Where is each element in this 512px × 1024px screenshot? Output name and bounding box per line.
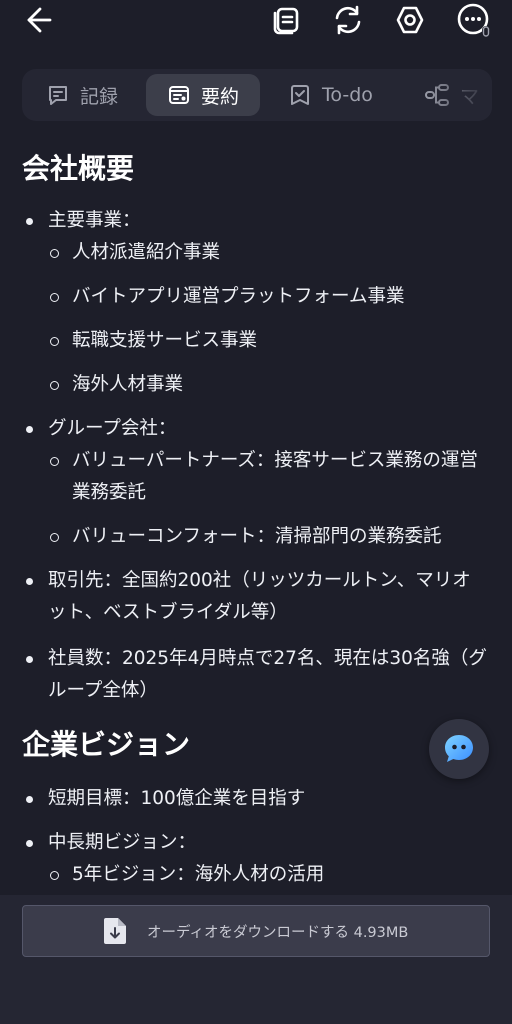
bullet	[26, 218, 33, 225]
tab-mindmap[interactable]: マ	[424, 74, 479, 116]
circle-bullet	[50, 337, 59, 346]
list-item-text: 短期目標：100億企業を目指す	[48, 788, 306, 809]
bullet	[26, 840, 33, 847]
bullet	[26, 426, 33, 433]
download-audio-label: オーディオをダウンロードする 4.93MB	[147, 924, 409, 941]
list-item: グループ会社：	[26, 413, 488, 445]
sub-list-item: バイトアプリ運営プラットフォーム事業	[50, 281, 488, 313]
list-item-text: 中長期ビジョン：	[48, 832, 197, 853]
bullet	[26, 656, 33, 663]
refresh-button[interactable]	[328, 0, 368, 40]
tab-todo[interactable]: To-do	[288, 74, 373, 116]
tab-record[interactable]: 記録	[46, 74, 118, 116]
arrow-left-icon	[27, 7, 52, 33]
app-screen: 記録 要約 To-do マ 会社概要 主要事業： 人材派遣紹介事業 バイトアプリ…	[0, 0, 512, 1024]
circle-bullet	[50, 293, 59, 302]
bullet	[26, 578, 33, 585]
file-download-icon	[103, 917, 127, 945]
list-item-text: グループ会社：	[48, 418, 177, 439]
bullet	[26, 796, 33, 803]
list-item-text: 社員数：2025年4月時点で27名、現在は30名強（グループ全体）	[48, 648, 487, 701]
back-button[interactable]	[18, 0, 58, 40]
circle-bullet	[50, 381, 59, 390]
tab-record-label: 記録	[80, 85, 119, 108]
list-item: 社員数：2025年4月時点で27名、現在は30名強（グループ全体）	[26, 643, 488, 707]
notes-icon	[273, 7, 299, 35]
sub-list-item-text: バリューコンフォート：清掃部門の業務委託	[72, 526, 442, 547]
settings-button[interactable]	[390, 0, 430, 40]
more-button[interactable]	[454, 0, 494, 40]
list-item-text: 取引先：全国約200社（リッツカールトン、マリオット、ベストブライダル等）	[48, 570, 471, 623]
sub-list-item: 5年ビジョン：海外人材の活用	[50, 859, 488, 891]
sub-list-item-text: 転職支援サービス事業	[72, 330, 258, 351]
refresh-icon	[335, 5, 361, 35]
chat-note-icon	[46, 83, 70, 107]
sub-list-item-text: バリューパートナーズ：接客サービス業務の運営業務委託	[72, 450, 478, 503]
bottom-bar: オーディオをダウンロードする 4.93MB	[0, 895, 512, 1024]
section-title-vision: 企業ビジョン	[22, 728, 191, 761]
sub-list-item-text: 海外人材事業	[72, 374, 184, 395]
notes-button[interactable]	[266, 0, 306, 40]
sub-list-item: バリューパートナーズ：接客サービス業務の運営業務委託	[50, 445, 490, 509]
sub-list-item: 海外人材事業	[50, 369, 488, 401]
mindmap-icon	[424, 83, 450, 107]
sub-list-item: 人材派遣紹介事業	[50, 237, 488, 269]
sub-list-item-text: 5年ビジョン：海外人材の活用	[72, 864, 325, 885]
sub-list-item-text: バイトアプリ運営プラットフォーム事業	[72, 286, 405, 307]
list-item: 短期目標：100億企業を目指す	[26, 783, 488, 815]
list-item: 取引先：全国約200社（リッツカールトン、マリオット、ベストブライダル等）	[26, 565, 488, 629]
view-tabs: 記録 要約 To-do マ	[22, 69, 492, 121]
circle-bullet	[50, 249, 59, 258]
list-item-text: 主要事業：	[48, 210, 141, 231]
summary-content: 会社概要 主要事業： 人材派遣紹介事業 バイトアプリ運営プラットフォーム事業 転…	[0, 135, 512, 895]
hexagon-settings-icon	[396, 6, 424, 34]
sub-list-item: 転職支援サービス事業	[50, 325, 488, 357]
checklist-icon	[288, 83, 312, 107]
download-audio-button[interactable]: オーディオをダウンロードする 4.93MB	[22, 905, 490, 957]
circle-bullet	[50, 457, 59, 466]
ai-chat-button[interactable]	[429, 719, 489, 779]
list-item: 中長期ビジョン：	[26, 827, 488, 859]
sub-list-item-text: 人材派遣紹介事業	[72, 242, 221, 263]
more-icon	[457, 3, 490, 37]
summary-icon	[167, 83, 191, 107]
sub-list-item: バリューコンフォート：清掃部門の業務委託	[50, 521, 490, 553]
tab-summary-label: 要約	[201, 85, 240, 108]
tab-mindmap-label: マ	[460, 85, 480, 108]
chat-bubble-icon	[445, 735, 473, 762]
tab-todo-label: To-do	[322, 84, 373, 106]
circle-bullet	[50, 871, 59, 880]
list-item: 主要事業：	[26, 205, 488, 237]
tab-summary[interactable]: 要約	[146, 74, 260, 116]
section-title-company: 会社概要	[22, 152, 135, 185]
top-bar	[0, 0, 512, 48]
circle-bullet	[50, 533, 59, 542]
